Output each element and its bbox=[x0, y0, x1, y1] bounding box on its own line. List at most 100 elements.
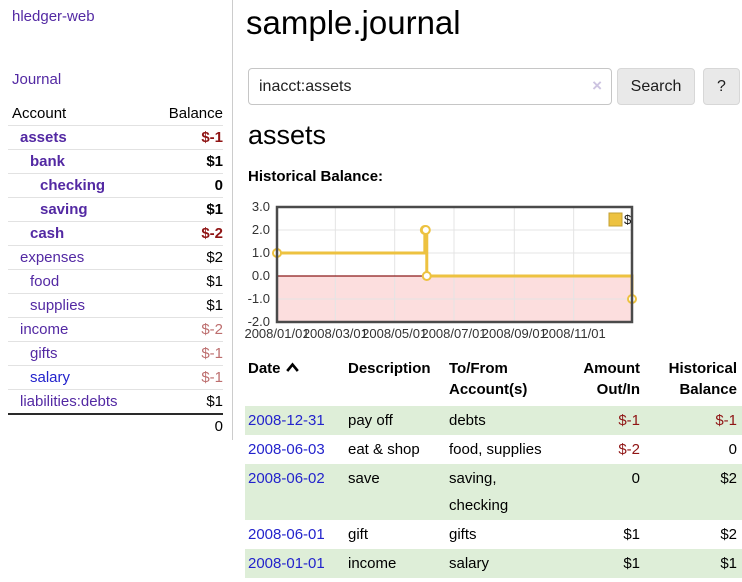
register-description: eat & shop bbox=[345, 435, 446, 464]
app-brand: hledger-web bbox=[12, 8, 232, 25]
svg-text:-1.0: -1.0 bbox=[248, 291, 270, 306]
register-balance: 0 bbox=[645, 435, 742, 464]
brand-link[interactable]: hledger-web bbox=[12, 8, 95, 25]
svg-text:2008/03/01: 2008/03/01 bbox=[303, 326, 368, 341]
register-description: pay off bbox=[345, 406, 446, 435]
register-row: 2008-01-01incomesalary$1$1 bbox=[245, 549, 742, 578]
register-accounts: gifts bbox=[446, 520, 568, 549]
register-amount: $-1 bbox=[568, 406, 645, 435]
sidebar-account-balance: 0 bbox=[148, 174, 223, 198]
sidebar-account-row: cash $-2 bbox=[8, 222, 223, 246]
sidebar-account-balance: $-1 bbox=[148, 366, 223, 390]
register-description: save bbox=[345, 464, 446, 520]
sidebar-account-balance: $1 bbox=[148, 150, 223, 174]
search-button[interactable]: Search bbox=[617, 68, 695, 105]
register-date-link[interactable]: 2008-06-01 bbox=[248, 526, 325, 543]
register-header-balance: Historical Balance bbox=[645, 358, 742, 406]
nav-journal-link[interactable]: Journal bbox=[12, 71, 61, 88]
svg-text:2008/07/01: 2008/07/01 bbox=[421, 326, 486, 341]
search-input[interactable] bbox=[248, 68, 612, 105]
sidebar-accounts-table: Account Balance assets $-1 bank $1 checking 0… bbox=[8, 102, 223, 438]
historical-balance-chart: $3.02.01.00.0-1.0-2.02008/01/012008/03/0… bbox=[245, 200, 742, 345]
help-button[interactable]: ? bbox=[703, 68, 740, 105]
sidebar-account-balance: $-1 bbox=[148, 342, 223, 366]
svg-text:3.0: 3.0 bbox=[252, 200, 270, 214]
sidebar-account-row: bank $1 bbox=[8, 150, 223, 174]
register-accounts: debts bbox=[446, 406, 568, 435]
sidebar-account-link[interactable]: gifts bbox=[30, 345, 58, 362]
register-amount: $-2 bbox=[568, 435, 645, 464]
sidebar-account-balance: $-2 bbox=[148, 222, 223, 246]
sidebar-account-link[interactable]: assets bbox=[20, 129, 67, 146]
sidebar-account-link[interactable]: expenses bbox=[20, 249, 84, 266]
page-title: sample.journal bbox=[246, 0, 461, 46]
sidebar-account-balance: $-1 bbox=[148, 126, 223, 150]
register-header-amount: Amount Out/In bbox=[568, 358, 645, 406]
sidebar-account-row: expenses$2 bbox=[8, 246, 223, 270]
sidebar-account-row: food $1 bbox=[8, 270, 223, 294]
date-header-label: Date bbox=[248, 360, 281, 377]
sidebar-account-link[interactable]: cash bbox=[30, 225, 64, 242]
svg-text:$: $ bbox=[624, 212, 632, 227]
sidebar-account-row: liabilities:debts $1 bbox=[8, 390, 223, 415]
sidebar-account-balance: $1 bbox=[148, 294, 223, 318]
sidebar-account-link[interactable]: salary bbox=[30, 369, 70, 386]
register-table: Date Description To/From Account(s) Amou… bbox=[245, 358, 742, 578]
register-body: 2008-12-31pay offdebts$-1$-12008-06-03ea… bbox=[245, 406, 742, 578]
svg-text:2008/05/01: 2008/05/01 bbox=[362, 326, 427, 341]
register-description: income bbox=[345, 549, 446, 578]
sidebar-account-row: salary $-1 bbox=[8, 366, 223, 390]
register-date-link[interactable]: 2008-01-01 bbox=[248, 555, 325, 572]
register-accounts: food, supplies bbox=[446, 435, 568, 464]
sidebar-account-row: assets $-1 bbox=[8, 126, 223, 150]
register-accounts: saving, checking bbox=[446, 464, 568, 520]
sidebar-account-balance: $1 bbox=[148, 390, 223, 415]
sidebar-account-row: checking 0 bbox=[8, 174, 223, 198]
sidebar-account-row: saving $1 bbox=[8, 198, 223, 222]
register-date-link[interactable]: 2008-06-02 bbox=[248, 470, 325, 487]
sidebar-account-link[interactable]: food bbox=[30, 273, 59, 290]
register-header-accounts: To/From Account(s) bbox=[446, 358, 568, 406]
sidebar-account-row: supplies $1 bbox=[8, 294, 223, 318]
register-header-row: Date Description To/From Account(s) Amou… bbox=[245, 358, 742, 406]
svg-text:0.0: 0.0 bbox=[252, 268, 270, 283]
account-heading: assets bbox=[248, 118, 326, 152]
register-balance: $-1 bbox=[645, 406, 742, 435]
register-description: gift bbox=[345, 520, 446, 549]
register-header-date[interactable]: Date bbox=[245, 358, 345, 406]
register-accounts: salary bbox=[446, 549, 568, 578]
sidebar-total-row: 0 bbox=[8, 414, 223, 438]
svg-text:1.0: 1.0 bbox=[252, 245, 270, 260]
accounts-header-balance: Balance bbox=[148, 102, 223, 126]
sidebar-account-link[interactable]: bank bbox=[30, 153, 65, 170]
clear-search-icon[interactable]: × bbox=[592, 76, 602, 96]
accounts-header-account: Account bbox=[8, 102, 148, 126]
sidebar-account-link[interactable]: saving bbox=[40, 201, 88, 218]
sidebar-account-link[interactable]: checking bbox=[40, 177, 105, 194]
sidebar-account-link[interactable]: liabilities:debts bbox=[20, 393, 118, 410]
register-header-description: Description bbox=[345, 358, 446, 406]
sidebar-account-link[interactable]: income bbox=[20, 321, 68, 338]
register-balance: $1 bbox=[645, 549, 742, 578]
svg-text:2008/11/01: 2008/11/01 bbox=[542, 326, 606, 341]
sidebar-nav: Journal bbox=[12, 71, 232, 88]
register-row: 2008-06-02 savesaving, checking0$2 bbox=[245, 464, 742, 520]
register-date-link[interactable]: 2008-06-03 bbox=[248, 441, 325, 458]
search-input-wrap: × bbox=[248, 68, 612, 105]
register-balance: $2 bbox=[645, 464, 742, 520]
hledger-web-page: hledger-web Journal Account Balance asse… bbox=[0, 0, 742, 582]
register-row: 2008-12-31pay offdebts$-1$-1 bbox=[245, 406, 742, 435]
sidebar-account-balance: $-2 bbox=[148, 318, 223, 342]
register-amount: $1 bbox=[568, 549, 645, 578]
svg-text:2008/09/01: 2008/09/01 bbox=[482, 326, 547, 341]
sidebar-account-link[interactable]: supplies bbox=[30, 297, 85, 314]
sidebar: hledger-web Journal Account Balance asse… bbox=[0, 0, 233, 440]
register-amount: 0 bbox=[568, 464, 645, 520]
register-date-link[interactable]: 2008-12-31 bbox=[248, 412, 325, 429]
sidebar-account-balance: $1 bbox=[148, 270, 223, 294]
register-row: 2008-06-01giftgifts$1$2 bbox=[245, 520, 742, 549]
register-row: 2008-06-03 eat & shopfood, supplies$-20 bbox=[245, 435, 742, 464]
search-bar: × Search ? bbox=[248, 68, 742, 105]
sidebar-total-balance: 0 bbox=[148, 414, 223, 438]
sidebar-account-balance: $1 bbox=[148, 198, 223, 222]
